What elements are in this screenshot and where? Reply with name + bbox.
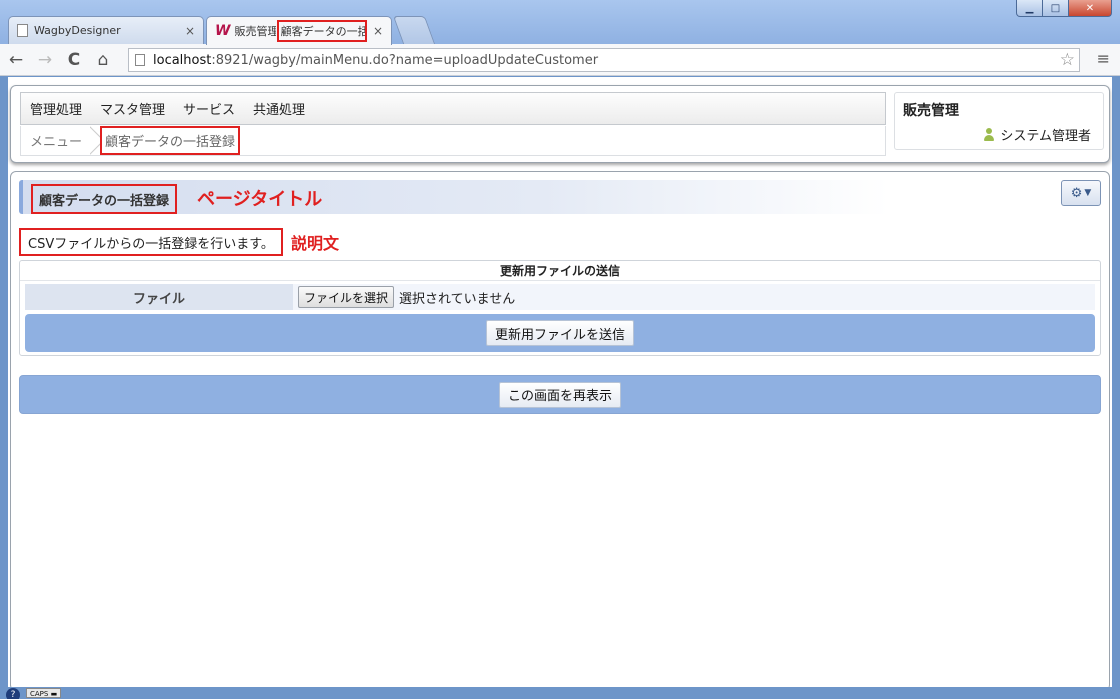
description-annotation: 説明文 xyxy=(291,234,340,253)
page-icon xyxy=(135,54,145,66)
file-row: ファイル ファイルを選択 選択されていません xyxy=(25,284,1095,310)
browser-toolbar: ← → C ⌂ localhost:8921/wagby/mainMenu.do… xyxy=(0,44,1120,76)
page-viewport: 管理処理 マスタ管理 サービス 共通処理 メニュー 顧客データの一括登録 販売管… xyxy=(8,77,1112,691)
breadcrumb-current: 顧客データの一括登録 xyxy=(100,126,241,155)
menu-item-common[interactable]: 共通処理 xyxy=(253,99,305,118)
user-name: システム管理者 xyxy=(1000,129,1091,144)
document-icon xyxy=(17,24,28,37)
minimize-button[interactable]: ▁ xyxy=(1016,0,1043,17)
content-panel: 顧客データの一括登録 ページタイトル ⚙ ▼ CSVファイルからの一括登録を行いま… xyxy=(10,171,1110,691)
choose-file-button[interactable]: ファイルを選択 xyxy=(298,286,395,308)
main-menu-bar: 管理処理 マスタ管理 サービス 共通処理 xyxy=(20,92,886,125)
page-title-annotation: ページタイトル xyxy=(197,189,323,210)
home-button[interactable]: ⌂ xyxy=(90,47,116,73)
page-title: 顧客データの一括登録 xyxy=(31,184,178,214)
wagby-logo-icon: W xyxy=(215,23,231,39)
window-controls: ▁ □ ✕ xyxy=(1016,0,1112,17)
close-tab-icon[interactable]: × xyxy=(367,24,383,38)
page-title-bar: 顧客データの一括登録 xyxy=(19,180,889,214)
settings-menu-button[interactable]: ⚙ ▼ xyxy=(1061,180,1101,206)
page-description: CSVファイルからの一括登録を行います。 xyxy=(19,228,283,256)
user-icon xyxy=(983,128,995,141)
taskbar-widget: ? CAPS ▬ xyxy=(0,687,62,699)
menu-item-service[interactable]: サービス xyxy=(183,99,235,118)
file-label: ファイル xyxy=(25,284,293,310)
breadcrumb-home-link[interactable]: メニュー xyxy=(21,126,90,155)
tab-customer-upload[interactable]: W 販売管理 顧客データの一括 × xyxy=(206,16,392,45)
gear-icon: ⚙ xyxy=(1070,185,1083,201)
menu-item-admin[interactable]: 管理処理 xyxy=(30,99,82,118)
address-bar[interactable]: localhost:8921/wagby/mainMenu.do?name=up… xyxy=(128,48,1080,72)
back-button[interactable]: ← xyxy=(3,47,29,73)
forward-button[interactable]: → xyxy=(32,47,58,73)
tab-wagbydesigner[interactable]: WagbyDesigner × xyxy=(8,16,204,44)
upload-submit-button[interactable]: 更新用ファイルを送信 xyxy=(485,320,634,346)
menu-item-master[interactable]: マスタ管理 xyxy=(100,99,165,118)
bookmark-star-icon[interactable]: ☆ xyxy=(1060,50,1075,70)
close-window-button[interactable]: ✕ xyxy=(1068,0,1112,17)
tab-title: WagbyDesigner xyxy=(34,24,121,37)
new-tab-button[interactable] xyxy=(392,16,436,44)
reload-row: この画面を再表示 xyxy=(19,375,1101,414)
dash-icon: ▬ xyxy=(50,690,58,698)
tab-title-page: 顧客データの一括 xyxy=(276,20,367,42)
browser-title-bar: ▁ □ ✕ WagbyDesigner × W 販売管理 顧客データの一括 × xyxy=(0,0,1120,45)
breadcrumb: メニュー 顧客データの一括登録 xyxy=(20,126,886,156)
current-user[interactable]: システム管理者 xyxy=(983,125,1091,144)
caps-text: CAPS xyxy=(30,690,49,698)
app-info-box: 販売管理 システム管理者 xyxy=(894,92,1104,150)
upload-form: 更新用ファイルの送信 ファイル ファイルを選択 選択されていません 更新用ファイ… xyxy=(19,260,1101,356)
chevron-down-icon: ▼ xyxy=(1084,188,1092,198)
file-status: 選択されていません xyxy=(399,291,516,307)
taskbar-strip xyxy=(0,687,1120,699)
app-header: 管理処理 マスタ管理 サービス 共通処理 メニュー 顧客データの一括登録 販売管… xyxy=(10,85,1110,163)
redisplay-button[interactable]: この画面を再表示 xyxy=(498,381,621,408)
tab-title-app: 販売管理 xyxy=(234,25,276,38)
caps-lock-indicator: CAPS ▬ xyxy=(26,688,62,698)
breadcrumb-separator xyxy=(90,126,100,156)
url-path: :8921/wagby/mainMenu.do?name=uploadUpdat… xyxy=(211,52,599,68)
browser-menu-icon[interactable]: ≡ xyxy=(1097,49,1110,68)
help-icon[interactable]: ? xyxy=(6,688,20,699)
upload-caption: 更新用ファイルの送信 xyxy=(20,261,1100,281)
close-tab-icon[interactable]: × xyxy=(179,24,195,38)
url-host: localhost xyxy=(153,52,212,68)
submit-row: 更新用ファイルを送信 xyxy=(25,314,1095,352)
maximize-button[interactable]: □ xyxy=(1042,0,1069,17)
app-title: 販売管理 xyxy=(903,103,959,119)
reload-button[interactable]: C xyxy=(61,47,87,73)
